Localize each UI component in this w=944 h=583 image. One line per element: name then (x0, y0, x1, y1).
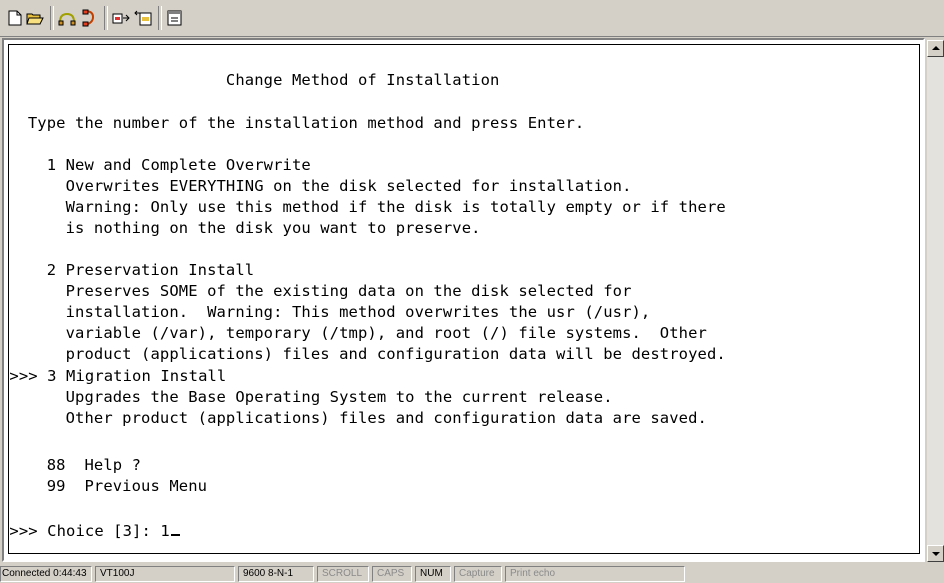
terminal-line: variable (/var), temporary (/tmp), and r… (9, 324, 707, 342)
terminal-frame: Change Method of Installation Type the n… (2, 38, 925, 562)
terminal-line: Type the number of the installation meth… (9, 114, 585, 132)
terminal-line: Preserves SOME of the existing data on t… (9, 282, 632, 300)
terminal-line: 99 Previous Menu (9, 477, 208, 495)
scroll-up-button[interactable] (927, 40, 944, 57)
text-cursor (170, 534, 180, 536)
emulation-status: VT100J (95, 566, 235, 582)
terminal-line: 1 New and Complete Overwrite (9, 156, 311, 174)
toolbar (0, 0, 944, 37)
properties-icon[interactable] (164, 7, 186, 29)
status-bar: Connected 0:44:43 VT100J 9600 8-N-1 SCRO… (0, 564, 944, 583)
chevron-down-icon (932, 552, 940, 556)
terminal-line: >>> Choice [3]: 1 (8, 522, 170, 540)
receive-file-icon[interactable] (132, 7, 154, 29)
connection-time-status: Connected 0:44:43 (0, 566, 92, 582)
print-echo-indicator: Print echo (505, 566, 685, 582)
terminal-line: Warning: Only use this method if the dis… (9, 198, 726, 216)
connect-icon[interactable] (56, 7, 78, 29)
capture-indicator: Capture (454, 566, 502, 582)
terminal-line: product (applications) files and configu… (9, 345, 726, 363)
terminal-line: 2 Preservation Install (9, 261, 255, 279)
num-lock-indicator: NUM (415, 566, 451, 582)
send-file-icon[interactable] (110, 7, 132, 29)
scroll-down-button[interactable] (927, 545, 944, 562)
terminal-line: >>> 3 Migration Install (8, 367, 227, 385)
terminal-line: Upgrades the Base Operating System to th… (9, 388, 613, 406)
terminal-line: Overwrites EVERYTHING on the disk select… (9, 177, 632, 195)
scroll-lock-indicator: SCROLL (317, 566, 369, 582)
terminal-line: Other product (applications) files and c… (9, 409, 707, 427)
disconnect-icon[interactable] (78, 7, 100, 29)
choice-prompt[interactable]: >>> Choice [3]: 1 (9, 521, 180, 540)
terminal-screen[interactable]: Change Method of Installation Type the n… (8, 44, 920, 554)
terminal-line: Change Method of Installation (9, 71, 500, 89)
terminal-line: installation. Warning: This method overw… (9, 303, 651, 321)
terminal-line: is nothing on the disk you want to prese… (9, 219, 481, 237)
terminal-line: 88 Help ? (9, 456, 142, 474)
chevron-up-icon (932, 46, 940, 50)
open-session-icon[interactable] (24, 7, 46, 29)
port-settings-status: 9600 8-N-1 (238, 566, 314, 582)
vertical-scrollbar[interactable] (927, 40, 944, 562)
caps-lock-indicator: CAPS (372, 566, 412, 582)
new-session-icon[interactable] (4, 7, 26, 29)
